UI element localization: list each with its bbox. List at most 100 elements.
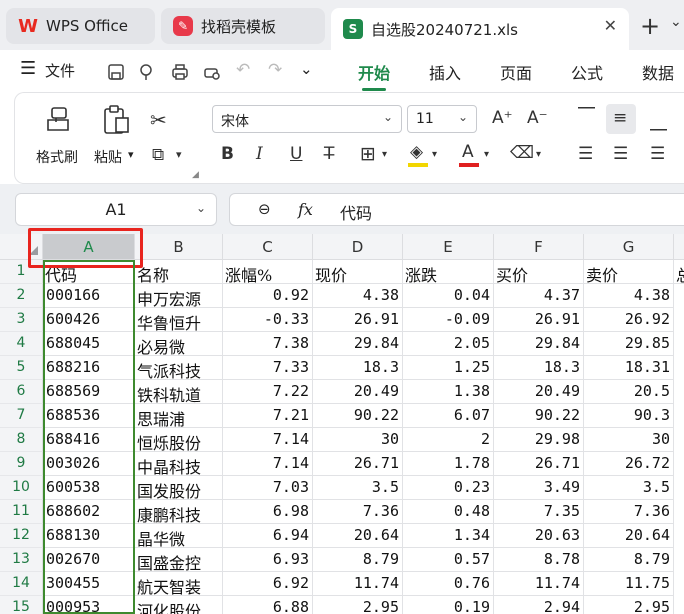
print-icon[interactable] — [170, 62, 190, 82]
row-header[interactable]: 11 — [0, 500, 43, 524]
row-header[interactable]: 2 — [0, 284, 43, 308]
table-cell[interactable]: 26.92 — [584, 308, 674, 332]
table-cell[interactable]: 1.25 — [403, 356, 494, 380]
table-cell[interactable]: 1.34 — [403, 524, 494, 548]
clear-format-icon[interactable]: ⌫ — [510, 143, 534, 163]
table-cell[interactable]: 3.5 — [584, 476, 674, 500]
table-cell[interactable]: 0.92 — [223, 284, 313, 308]
table-cell[interactable]: 29.84 — [313, 332, 403, 356]
table-cell[interactable]: 0.04 — [403, 284, 494, 308]
table-cell[interactable]: 20.64 — [584, 524, 674, 548]
table-cell[interactable]: 3.49 — [494, 476, 584, 500]
row-header[interactable]: 8 — [0, 428, 43, 452]
format-painter-label[interactable]: 格式刷 — [36, 147, 78, 167]
table-cell[interactable]: 7.21 — [223, 404, 313, 428]
table-cell[interactable]: 18.3 — [313, 356, 403, 380]
chevron-down-icon[interactable]: ⌄ — [670, 14, 682, 30]
table-cell[interactable]: 4.38 — [313, 284, 403, 308]
table-cell[interactable]: 7.14 — [223, 452, 313, 476]
paste-icon[interactable] — [101, 104, 131, 136]
table-cell[interactable]: 7.03 — [223, 476, 313, 500]
decrease-font-icon[interactable]: A⁻ — [527, 108, 548, 128]
tab-docer-templates[interactable]: ✎ 找稻壳模板 — [161, 8, 325, 44]
table-cell[interactable]: 8.79 — [313, 548, 403, 572]
font-name-select[interactable]: 宋体 ⌄ — [212, 105, 402, 133]
table-cell[interactable]: 26.91 — [494, 308, 584, 332]
table-cell[interactable]: 26.91 — [313, 308, 403, 332]
table-cell[interactable]: 0.48 — [403, 500, 494, 524]
paste-label[interactable]: 粘贴 — [94, 147, 122, 167]
close-icon[interactable]: ✕ — [604, 16, 617, 35]
menu-page[interactable]: 页面 — [500, 60, 532, 84]
table-cell[interactable]: 2 — [403, 428, 494, 452]
row-header[interactable]: 10 — [0, 476, 43, 500]
table-cell[interactable]: 7.22 — [223, 380, 313, 404]
table-cell[interactable]: 中晶科技 — [135, 452, 223, 476]
increase-font-icon[interactable]: A⁺ — [492, 108, 513, 128]
table-cell[interactable]: 90.22 — [313, 404, 403, 428]
row-header[interactable]: 12 — [0, 524, 43, 548]
table-cell[interactable]: 6.98 — [223, 500, 313, 524]
table-cell[interactable]: 4.38 — [584, 284, 674, 308]
table-cell[interactable]: 6.93 — [223, 548, 313, 572]
table-cell[interactable]: 1.78 — [403, 452, 494, 476]
table-cell[interactable]: -0.33 — [223, 308, 313, 332]
table-cell[interactable]: 30 — [313, 428, 403, 452]
row-header[interactable]: 6 — [0, 380, 43, 404]
align-center-icon[interactable]: ☰ — [613, 144, 628, 164]
table-cell[interactable]: 6.94 — [223, 524, 313, 548]
chevron-down-icon[interactable]: ▾ — [176, 148, 182, 161]
save-icon[interactable] — [106, 62, 126, 82]
table-header-cell[interactable]: 买价 — [494, 260, 584, 284]
row-header[interactable]: 9 — [0, 452, 43, 476]
table-header-cell[interactable]: 名称 — [135, 260, 223, 284]
table-cell[interactable]: 90.3 — [584, 404, 674, 428]
table-header-cell[interactable]: 总 — [674, 260, 684, 284]
undo-icon[interactable]: ↶ — [236, 60, 250, 80]
new-tab-icon[interactable]: + — [640, 12, 660, 40]
font-size-select[interactable]: 11 ⌄ — [407, 105, 477, 133]
table-cell[interactable]: 7.35 — [494, 500, 584, 524]
column-header-g[interactable]: G — [584, 234, 674, 260]
table-header-cell[interactable]: 卖价 — [584, 260, 674, 284]
row-header[interactable]: 3 — [0, 308, 43, 332]
table-cell[interactable]: 7.33 — [223, 356, 313, 380]
chevron-down-icon[interactable]: ▾ — [382, 149, 387, 160]
table-cell[interactable]: 铁科轨道 — [135, 380, 223, 404]
table-cell[interactable]: 河化股份 — [135, 596, 223, 614]
italic-icon[interactable]: I — [256, 144, 263, 164]
table-cell[interactable]: 4.37 — [494, 284, 584, 308]
table-cell[interactable]: 晶华微 — [135, 524, 223, 548]
table-cell[interactable]: 2.95 — [313, 596, 403, 614]
table-cell[interactable]: 申万宏源 — [135, 284, 223, 308]
tab-spreadsheet[interactable]: S 自选股20240721.xls ✕ — [331, 8, 629, 50]
table-cell[interactable]: 6.88 — [223, 596, 313, 614]
table-cell[interactable]: 29.98 — [494, 428, 584, 452]
table-cell[interactable]: 26.71 — [313, 452, 403, 476]
table-cell[interactable]: 航天智装 — [135, 572, 223, 596]
table-cell[interactable]: 思瑞浦 — [135, 404, 223, 428]
table-cell[interactable]: 20.49 — [494, 380, 584, 404]
table-header-cell[interactable]: 涨幅% — [223, 260, 313, 284]
fx-icon[interactable]: fx — [298, 200, 313, 219]
export-icon[interactable] — [138, 62, 158, 82]
cut-icon[interactable]: ✂ — [150, 108, 167, 132]
name-box[interactable]: A1 ⌄ — [15, 193, 217, 226]
menu-data[interactable]: 数据 — [642, 60, 674, 84]
table-cell[interactable]: 29.84 — [494, 332, 584, 356]
table-cell[interactable]: 1.38 — [403, 380, 494, 404]
chevron-down-icon[interactable]: ▾ — [484, 149, 489, 160]
menu-file[interactable]: 文件 — [45, 60, 75, 81]
menu-insert[interactable]: 插入 — [429, 60, 461, 84]
table-cell[interactable]: 26.72 — [584, 452, 674, 476]
column-header-h[interactable] — [674, 234, 684, 260]
table-cell[interactable]: 11.74 — [313, 572, 403, 596]
format-painter-icon[interactable] — [44, 106, 72, 136]
table-cell[interactable]: 18.3 — [494, 356, 584, 380]
table-cell[interactable]: 90.22 — [494, 404, 584, 428]
table-cell[interactable]: 26.71 — [494, 452, 584, 476]
table-cell[interactable]: 3.5 — [313, 476, 403, 500]
table-cell[interactable]: 0.19 — [403, 596, 494, 614]
align-right-icon[interactable]: ☰ — [650, 144, 665, 164]
column-header-c[interactable]: C — [223, 234, 313, 260]
